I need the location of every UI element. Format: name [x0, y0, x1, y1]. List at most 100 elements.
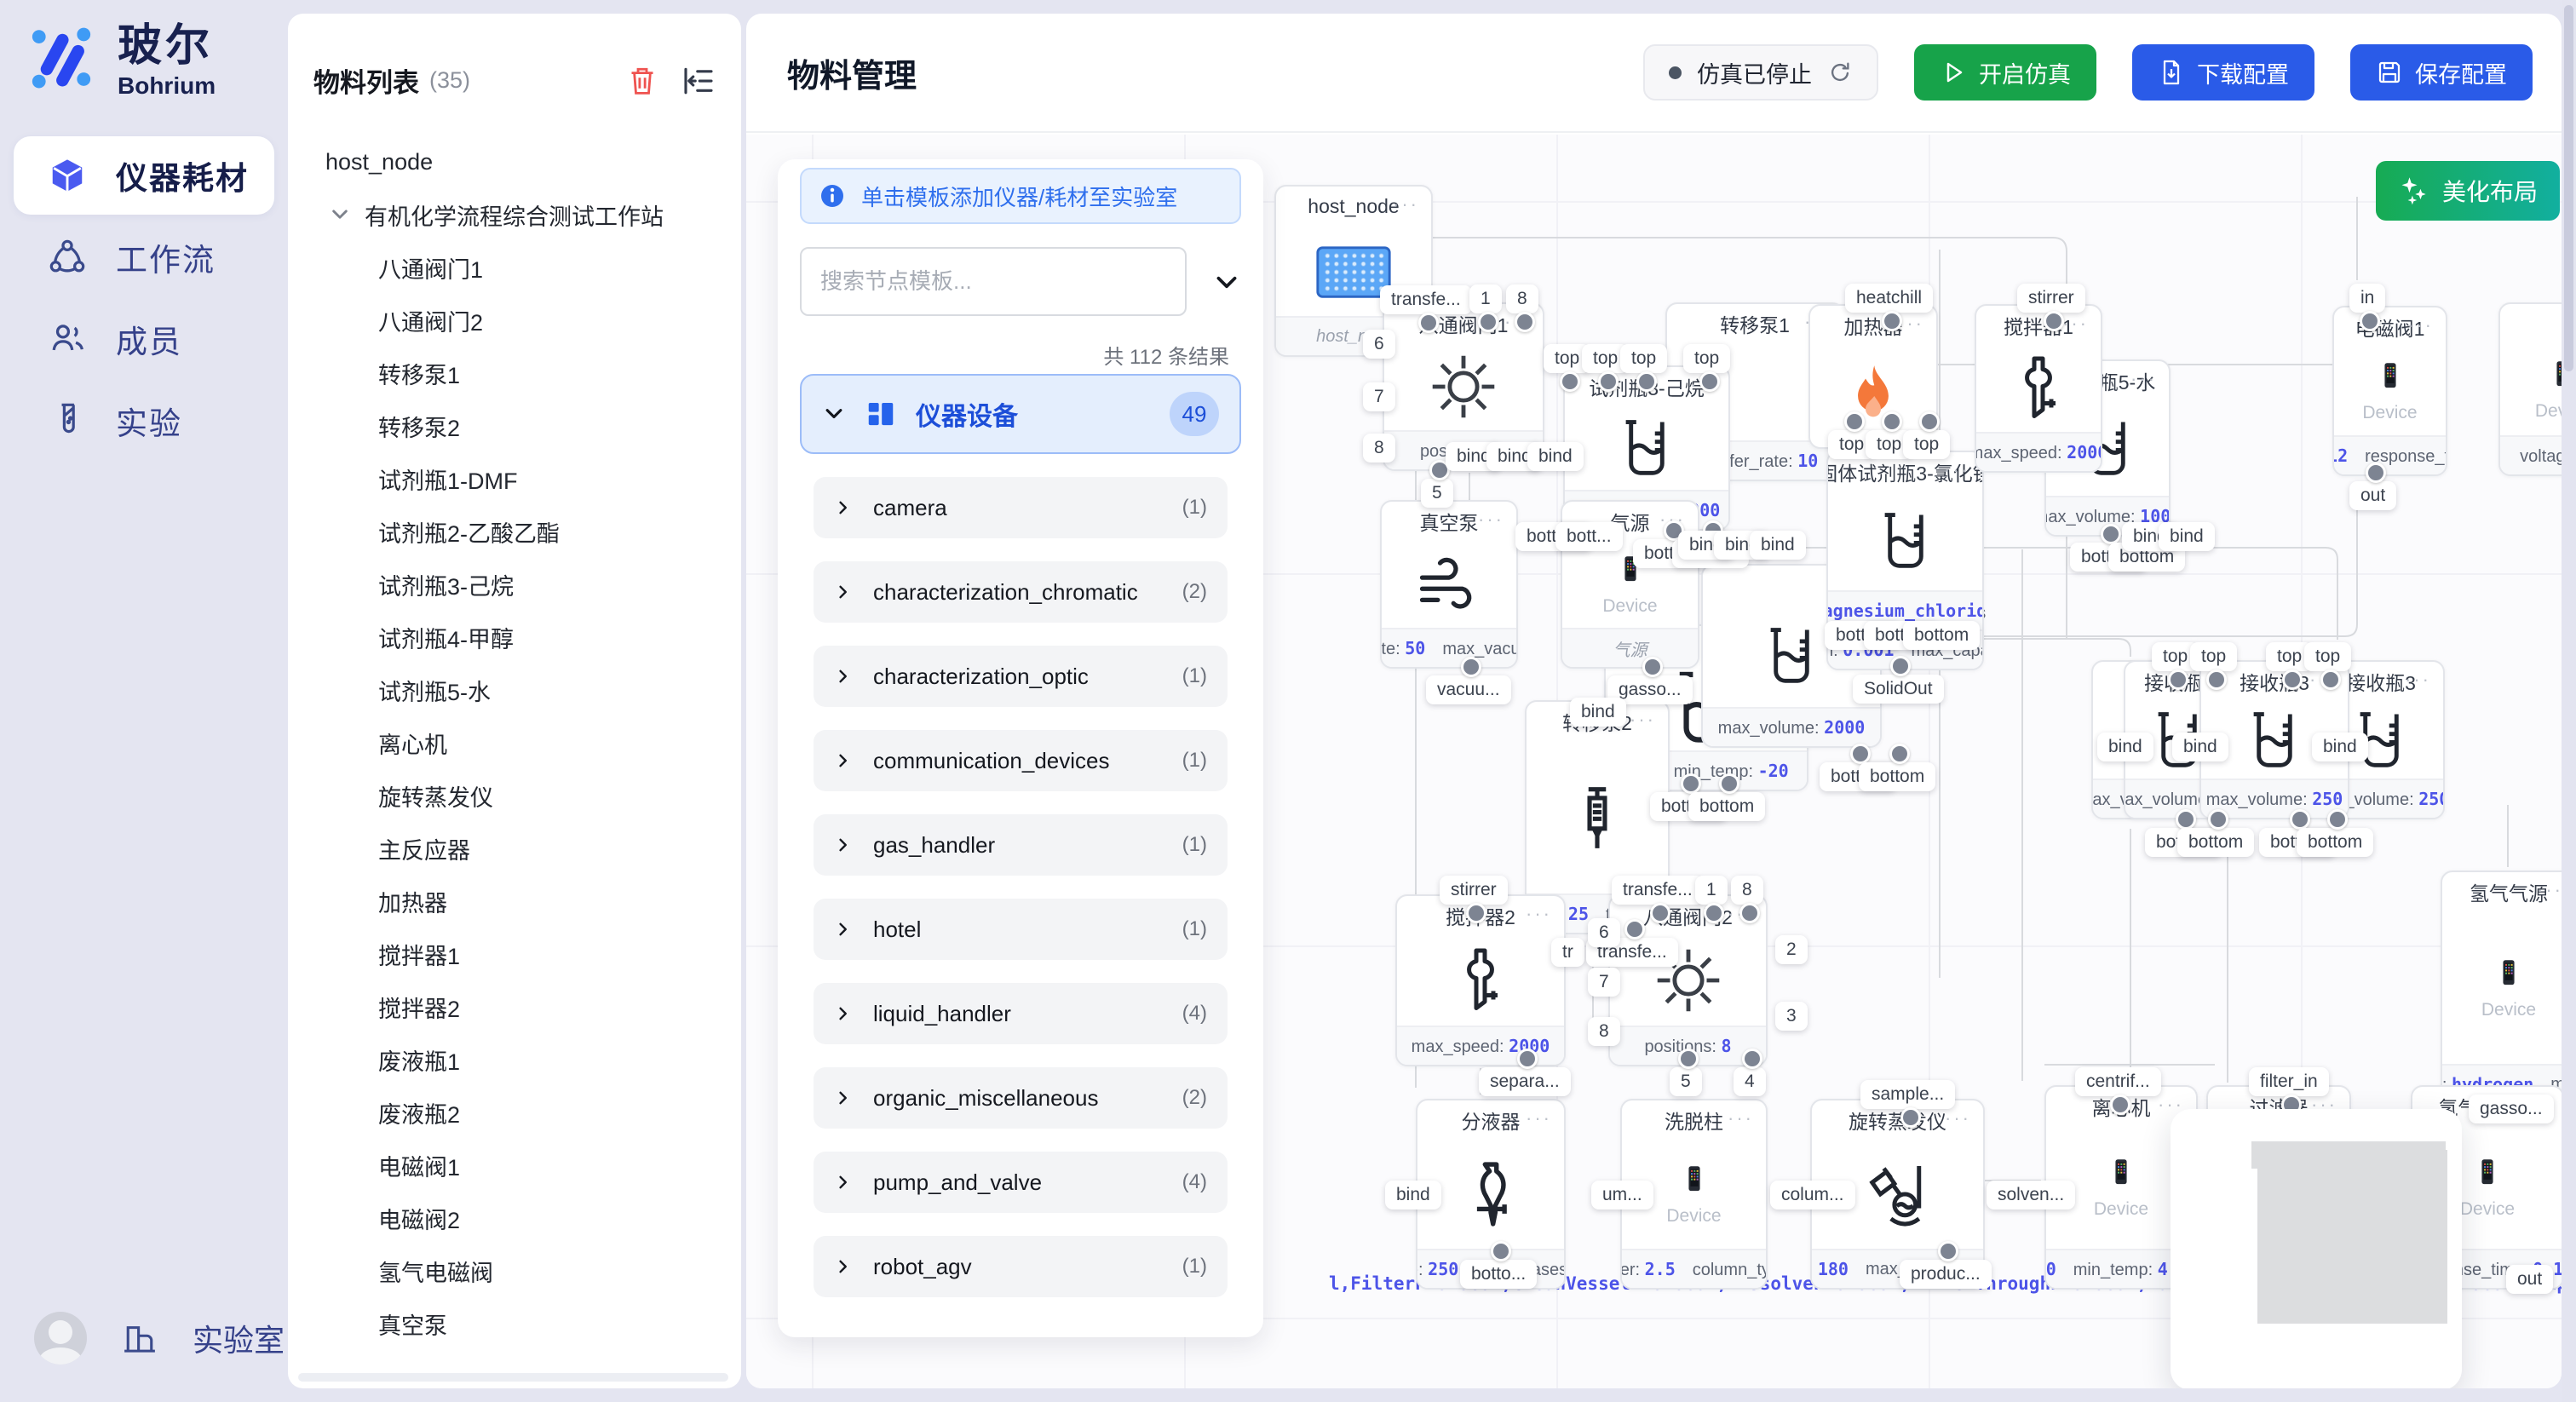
node-menu-icon[interactable]: ··· [1393, 193, 1419, 215]
node-caption: Device [2460, 1199, 2515, 1220]
node-body [1565, 406, 1728, 490]
sidebar-item-members[interactable]: 成员 [14, 300, 274, 378]
tree-item[interactable]: 试剂瓶2-乙酸乙酯 [288, 505, 741, 558]
node-menu-icon[interactable]: ··· [1526, 1107, 1552, 1129]
tree-item[interactable]: 八通阀门2 [288, 294, 741, 347]
node-menu-icon[interactable]: ··· [1898, 313, 1924, 335]
category-count-badge: 49 [1170, 392, 1219, 436]
chevron-down-icon[interactable] [1212, 268, 1241, 297]
download-config-button[interactable]: 下载配置 [2132, 44, 2314, 101]
chevron-right-icon [834, 583, 853, 601]
node-menu-icon[interactable]: ··· [1630, 709, 1656, 731]
node-menu-icon[interactable]: ··· [1526, 903, 1552, 925]
port-chip: top [1620, 344, 1667, 373]
canvas-node-加热器[interactable]: 加热器··· [1808, 304, 1938, 449]
category-row-robot_agv[interactable]: robot_agv(1) [814, 1236, 1228, 1297]
tree-item[interactable]: 八通阀门1 [288, 241, 741, 294]
tree-item[interactable]: 转移泵2 [288, 399, 741, 452]
canvas-node-氢气气源[interactable]: 氢气气源···Device_type: hydrogenmax_pre [2441, 871, 2562, 1105]
canvas-node-搅拌器1[interactable]: 搅拌器1···max_speed: 2000 [1975, 304, 2102, 473]
node-menu-icon[interactable]: ··· [2537, 879, 2562, 901]
avatar[interactable] [34, 1312, 87, 1365]
sidebar-item-instruments[interactable]: 仪器耗材 [14, 136, 274, 215]
tree-item[interactable]: 转移泵1 [288, 347, 741, 399]
tree-item[interactable]: 电磁阀2 [288, 1192, 741, 1244]
stirrer-icon [1446, 946, 1515, 1014]
tree-item[interactable]: 试剂瓶1-DMF [288, 452, 741, 505]
node-menu-icon[interactable]: ··· [1478, 509, 1504, 531]
port-chip: vacuu... [1426, 675, 1511, 704]
tree-item[interactable]: 主反应器 [288, 822, 741, 875]
port-chip: um... [1591, 1181, 1653, 1210]
port-chip: out [2349, 481, 2396, 510]
horizontal-scrollbar[interactable] [298, 1373, 728, 1382]
tree-item[interactable]: 试剂瓶5-水 [288, 664, 741, 716]
tree-item-host-node[interactable]: host_node [288, 135, 741, 188]
port-chip: bottom [1903, 621, 1980, 650]
tree-item[interactable]: 废液瓶2 [288, 1086, 741, 1139]
tree-item[interactable]: 氢气电磁阀 [288, 1244, 741, 1297]
node-menu-icon[interactable]: ··· [1728, 1107, 1754, 1129]
node-menu-icon[interactable]: ··· [1945, 1107, 1971, 1129]
tree-item[interactable]: 试剂瓶3-己烷 [288, 558, 741, 611]
wind-icon [1413, 549, 1485, 620]
chevron-right-icon [834, 751, 853, 770]
simulation-status-badge[interactable]: 仿真已停止 [1643, 44, 1878, 101]
port-chip: centrif... [2075, 1067, 2161, 1096]
category-label: hotel [873, 916, 1162, 943]
node-menu-icon[interactable]: ··· [1944, 459, 1970, 481]
category-row-characterization_optic[interactable]: characterization_optic(1) [814, 646, 1228, 707]
collapse-panel-icon[interactable] [681, 64, 716, 98]
node-body: Device [2334, 347, 2446, 435]
refresh-icon[interactable] [1827, 60, 1853, 85]
tree-group-workstation[interactable]: 有机化学流程综合测试工作站 [288, 188, 741, 241]
search-input[interactable] [800, 247, 1187, 316]
node-menu-icon[interactable]: ··· [2405, 669, 2431, 691]
category-row-hotel[interactable]: hotel(1) [814, 899, 1228, 960]
node-menu-icon[interactable]: ··· [2130, 368, 2157, 390]
sidebar-nav: 仪器耗材工作流成员实验 [0, 136, 288, 463]
tree-item[interactable]: 电磁阀1 [288, 1139, 741, 1192]
category-row-characterization_chromatic[interactable]: characterization_chromatic(2) [814, 561, 1228, 623]
graph-canvas[interactable]: l,FilterProtocol,CleanVesselProtocol,Dis… [746, 135, 2562, 1388]
page-scrollbar[interactable] [2562, 0, 2576, 1402]
tree-item[interactable]: 真空泵 [288, 1297, 741, 1350]
category-row-communication_devices[interactable]: communication_devices(1) [814, 730, 1228, 791]
save-config-button[interactable]: 保存配置 [2350, 44, 2533, 101]
tree-item[interactable]: 废液瓶1 [288, 1033, 741, 1086]
node-menu-icon[interactable]: ··· [2407, 314, 2434, 336]
port-chip: stirrer [1440, 876, 1508, 905]
canvas-node-电磁阀1[interactable]: 电磁阀1···Devicevoltage: 12response_time: 0… [2332, 306, 2447, 476]
funnel-icon [1454, 1158, 1527, 1231]
beautify-layout-button[interactable]: 美化布局 [2376, 161, 2560, 221]
node-menu-icon[interactable]: ··· [2062, 313, 2089, 335]
category-row-liquid_handler[interactable]: liquid_handler(4) [814, 983, 1228, 1044]
sidebar-item-workflow[interactable]: 工作流 [14, 218, 274, 296]
sidebar-footer[interactable]: 实验室 [34, 1312, 285, 1365]
port-chip: 1 [1695, 876, 1728, 905]
rotovap-icon [1860, 1157, 1935, 1232]
category-group-instruments[interactable]: 仪器设备 49 [800, 374, 1241, 454]
tree-item[interactable]: 加热器 [288, 875, 741, 928]
tree-item[interactable]: 试剂瓶4-甲醇 [288, 611, 741, 664]
category-count: (4) [1182, 1002, 1207, 1026]
tree-item[interactable]: 旋转蒸发仪 [288, 769, 741, 822]
tree-item[interactable]: 搅拌器1 [288, 928, 741, 980]
category-row-pump_and_valve[interactable]: pump_and_valve(4) [814, 1152, 1228, 1213]
start-simulation-button[interactable]: 开启仿真 [1914, 44, 2096, 101]
category-row-camera[interactable]: camera(1) [814, 477, 1228, 538]
category-row-organic_miscellaneous[interactable]: organic_miscellaneous(2) [814, 1067, 1228, 1129]
node-body [1527, 741, 1668, 893]
node-body [1382, 541, 1516, 628]
device-icon [1676, 1162, 1712, 1198]
port-chip: stirrer [2017, 284, 2085, 313]
sidebar-item-experiments[interactable]: 实验 [14, 382, 274, 460]
canvas-node-node[interactable]: ···Devicevoltage: 12 [2498, 302, 2562, 476]
trash-icon[interactable] [625, 64, 659, 98]
tree-item[interactable]: 离心机 [288, 716, 741, 769]
node-body: Device [2500, 343, 2562, 435]
category-row-gas_handler[interactable]: gas_handler(1) [814, 814, 1228, 876]
tree-item[interactable]: 搅拌器2 [288, 980, 741, 1033]
canvas-node-真空泵[interactable]: 真空泵···pump_rate: 50max_vacuum: 0.1 [1380, 500, 1518, 669]
node-body: Device [2442, 911, 2562, 1064]
